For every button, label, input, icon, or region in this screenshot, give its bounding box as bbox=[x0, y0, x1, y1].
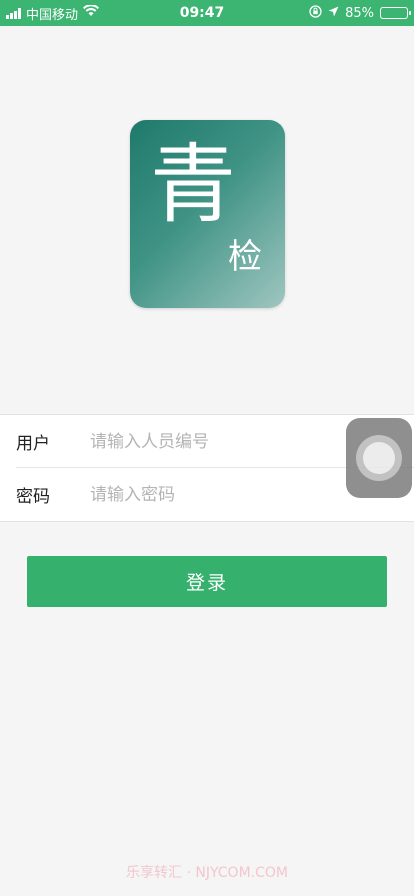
signal-icon bbox=[6, 7, 21, 19]
logo-sub-char: 检 bbox=[228, 237, 262, 277]
status-left: 中国移动 bbox=[6, 4, 146, 23]
status-right: 85% bbox=[258, 4, 411, 22]
watermark: 乐享转汇 · NJYCOM.COM bbox=[126, 865, 288, 881]
assistive-touch-button[interactable] bbox=[346, 418, 412, 498]
wifi-icon bbox=[83, 4, 100, 21]
user-input[interactable] bbox=[90, 426, 330, 457]
battery-percent: 85% bbox=[345, 5, 374, 21]
logo-main-char: 青 bbox=[150, 135, 236, 235]
lock-rotation-icon bbox=[309, 4, 322, 22]
login-button[interactable]: 登录 bbox=[27, 556, 387, 607]
user-label: 用户 bbox=[16, 434, 50, 454]
battery-icon bbox=[380, 7, 411, 19]
password-input[interactable] bbox=[90, 479, 330, 510]
status-time: 09:47 bbox=[179, 5, 225, 21]
password-label: 密码 bbox=[16, 487, 50, 507]
carrier-name: 中国移动 bbox=[26, 7, 79, 23]
location-arrow-icon bbox=[328, 6, 339, 21]
assistive-touch-core-icon bbox=[363, 442, 395, 474]
app-logo: 青 检 bbox=[130, 120, 285, 308]
status-bar: 中国移动 09:47 85% bbox=[0, 0, 414, 26]
